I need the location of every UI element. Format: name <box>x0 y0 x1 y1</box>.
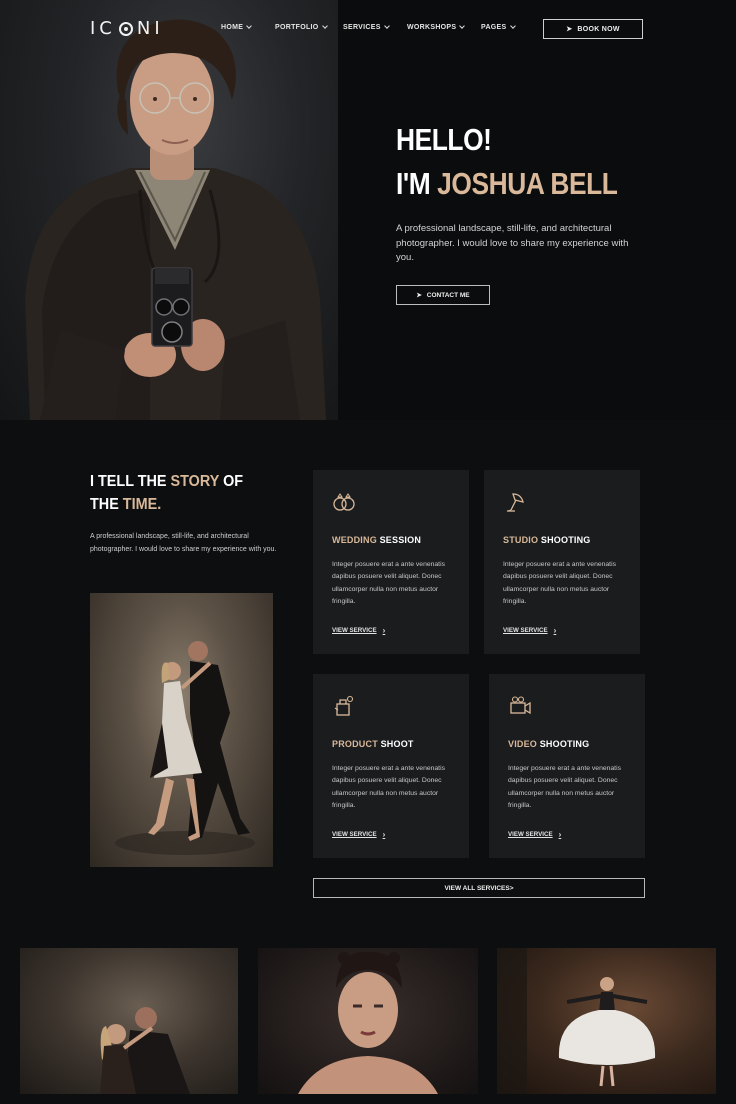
service-title-rest: SHOOTING <box>537 739 590 749</box>
chevron-right-icon: › <box>382 626 386 635</box>
paper-plane-icon: ➤ <box>416 292 422 299</box>
nav-pages[interactable]: PAGES <box>481 23 516 31</box>
paper-plane-icon: ➤ <box>566 26 573 33</box>
site-logo[interactable]: IC NI <box>90 18 164 39</box>
nav-workshops[interactable]: WORKSHOPS <box>407 23 466 31</box>
contact-me-button[interactable]: ➤ CONTACT ME <box>396 285 490 305</box>
view-service-link[interactable]: VIEW SERVICE › <box>332 830 385 839</box>
view-service-label: VIEW SERVICE <box>508 831 553 838</box>
service-title: PRODUCT SHOOT <box>332 739 414 749</box>
gallery-image-ballerina[interactable] <box>497 948 716 1094</box>
gallery-image-couple[interactable] <box>20 948 238 1094</box>
studio-light-icon <box>507 493 524 512</box>
top-navigation: IC NI HOME PORTFOLIO SERVICES WORKSHOPS P… <box>0 0 736 58</box>
nav-portfolio[interactable]: PORTFOLIO <box>275 23 328 31</box>
service-title-rest: SESSION <box>376 535 422 545</box>
hero-greeting: HELLO! <box>396 122 492 157</box>
hero-heading: HELLO! I'M JOSHUA BELL <box>396 118 618 206</box>
hero-photographer-image <box>0 0 338 420</box>
nav-portfolio-label: PORTFOLIO <box>275 24 319 31</box>
nav-services-label: SERVICES <box>343 24 381 31</box>
view-service-label: VIEW SERVICE <box>332 627 377 634</box>
service-title-accent: VIDEO <box>508 739 538 749</box>
chevron-right-icon: › <box>558 830 562 839</box>
book-now-label: BOOK NOW <box>577 25 620 33</box>
story-title-accent: TIME. <box>122 496 162 513</box>
chevron-down-icon <box>246 23 253 29</box>
service-title-rest: SHOOTING <box>538 535 591 545</box>
chevron-down-icon <box>509 23 516 29</box>
service-title-rest: SHOOT <box>377 739 414 749</box>
view-service-label: VIEW SERVICE <box>503 627 548 634</box>
service-title: WEDDING SESSION <box>332 535 421 545</box>
chevron-down-icon <box>321 23 328 29</box>
service-title-accent: PRODUCT <box>332 739 378 749</box>
story-description: A professional landscape, still-life, an… <box>90 533 277 553</box>
contact-me-label: CONTACT ME <box>426 291 470 299</box>
nav-home[interactable]: HOME <box>221 23 253 31</box>
nav-services[interactable]: SERVICES <box>343 23 390 31</box>
page: IC NI HOME PORTFOLIO SERVICES WORKSHOPS P… <box>0 0 736 1104</box>
service-title: STUDIO SHOOTING <box>503 535 591 545</box>
nav-workshops-label: WORKSHOPS <box>407 24 457 31</box>
story-title-accent: STORY <box>170 473 220 490</box>
hero-text-panel <box>338 0 736 420</box>
service-title-accent: STUDIO <box>503 535 539 545</box>
chevron-down-icon <box>459 23 466 29</box>
chevron-down-icon <box>383 23 390 29</box>
service-description: Integer posuere erat a ante venenatis da… <box>332 561 445 605</box>
view-service-link[interactable]: VIEW SERVICE › <box>503 626 556 635</box>
view-service-link[interactable]: VIEW SERVICE › <box>332 626 385 635</box>
service-title-accent: WEDDING <box>332 535 377 545</box>
tango-dancers-image <box>90 593 273 867</box>
logo-aperture-icon <box>118 21 133 36</box>
chevron-right-icon: › <box>382 830 386 839</box>
product-icon <box>334 695 354 716</box>
service-description: Integer posuere erat a ante venenatis da… <box>332 765 445 809</box>
view-all-services-label: VIEW ALL SERVICES> <box>444 884 514 892</box>
video-camera-icon <box>510 696 531 715</box>
story-heading: I TELL THE STORY OF THE TIME. <box>90 470 270 516</box>
view-service-link[interactable]: VIEW SERVICE › <box>508 830 561 839</box>
book-now-button[interactable]: ➤ BOOK NOW <box>543 19 643 39</box>
service-card-studio: STUDIO SHOOTING Integer posuere erat a a… <box>484 470 640 654</box>
service-title: VIDEO SHOOTING <box>508 739 589 749</box>
nav-home-label: HOME <box>221 24 244 31</box>
view-service-label: VIEW SERVICE <box>332 831 377 838</box>
hero-name: JOSHUA BELL <box>437 166 618 201</box>
story-title-part: I TELL THE <box>90 473 171 490</box>
service-description: Integer posuere erat a ante venenatis da… <box>503 561 616 605</box>
chevron-right-icon: › <box>553 626 557 635</box>
service-card-wedding: WEDDING SESSION Integer posuere erat a a… <box>313 470 469 654</box>
rings-icon <box>333 493 355 511</box>
hero-name-line: I'M JOSHUA BELL <box>396 162 618 206</box>
nav-pages-label: PAGES <box>481 24 507 31</box>
service-description: Integer posuere erat a ante venenatis da… <box>508 765 621 809</box>
gallery-image-portrait[interactable] <box>258 948 478 1094</box>
view-all-services-button[interactable]: VIEW ALL SERVICES> <box>313 878 645 898</box>
service-card-product: PRODUCT SHOOT Integer posuere erat a ant… <box>313 674 469 858</box>
hero-name-prefix: I'M <box>396 166 438 201</box>
hero-description: A professional landscape, still-life, an… <box>396 223 629 263</box>
service-card-video: VIDEO SHOOTING Integer posuere erat a an… <box>489 674 645 858</box>
